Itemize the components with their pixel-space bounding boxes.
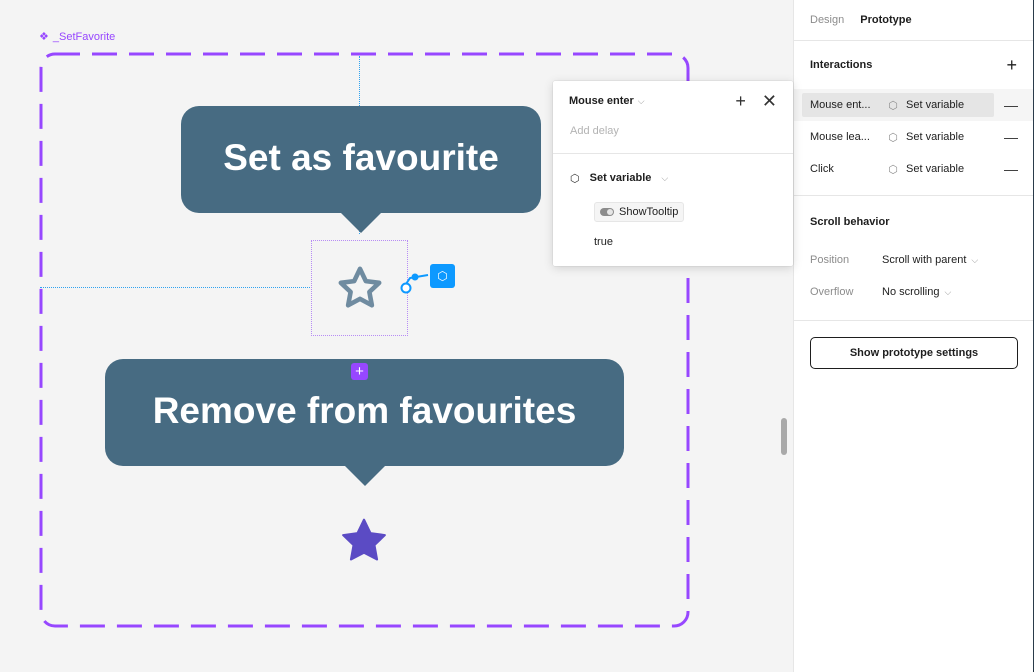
interaction-trigger: Mouse ent...	[810, 99, 871, 111]
show-prototype-settings-button[interactable]: Show prototype settings	[810, 337, 1018, 369]
remove-interaction-button[interactable]: —	[1004, 161, 1018, 177]
add-variant-button[interactable]: +	[351, 363, 368, 380]
hexagon-icon: ⬡	[888, 99, 898, 112]
guide-horizontal	[40, 287, 312, 288]
variable-chip[interactable]: ShowTooltip	[594, 202, 685, 222]
canvas-scrollbar[interactable]	[781, 418, 787, 455]
overflow-dropdown[interactable]: No scrolling ⌵	[882, 286, 951, 298]
position-dropdown[interactable]: Scroll with parent ⌵	[882, 254, 978, 266]
interaction-action: Set variable	[906, 131, 965, 143]
variable-action-node[interactable]: ⬡	[430, 264, 455, 288]
tooltip-set-text: Set as favourite	[223, 136, 499, 178]
chevron-down-icon: ⌵	[637, 95, 645, 106]
variable-name: ShowTooltip	[619, 206, 679, 218]
interaction-row[interactable]: Mouse lea... ⬡ Set variable —	[794, 121, 1033, 153]
section-title: Scroll behavior	[810, 215, 890, 228]
hexagon-icon: ⬡	[437, 269, 448, 283]
variable-value[interactable]: true	[553, 222, 793, 248]
hexagon-icon: ⬡	[888, 163, 898, 176]
interaction-action: Set variable	[906, 99, 965, 111]
prototype-connector[interactable]	[398, 262, 432, 294]
action-label: Set variable	[589, 172, 652, 184]
chevron-down-icon: ⌵	[971, 254, 979, 265]
interactions-section: Interactions + Mouse ent... ⬡ Set variab…	[794, 41, 1033, 196]
star-filled-icon[interactable]	[338, 515, 390, 567]
hexagon-icon: ⬡	[570, 172, 580, 185]
tab-prototype[interactable]: Prototype	[860, 14, 911, 26]
chevron-down-icon: ⌵	[661, 172, 669, 183]
tooltip-set-favourite[interactable]: Set as favourite	[181, 106, 541, 233]
remove-interaction-button[interactable]: —	[1004, 97, 1018, 113]
trigger-dropdown[interactable]: Mouse enter ⌵	[569, 95, 645, 107]
interaction-row[interactable]: Mouse ent... ⬡ Set variable —	[794, 89, 1033, 121]
interaction-row[interactable]: Click ⬡ Set variable —	[794, 153, 1033, 185]
tooltip-remove-text: Remove from favourites	[152, 389, 577, 431]
boolean-variable-icon	[600, 208, 614, 216]
chevron-down-icon: ⌵	[944, 286, 952, 297]
position-label: Position	[810, 254, 850, 266]
close-icon[interactable]: ✕	[762, 92, 777, 110]
interaction-trigger: Mouse lea...	[810, 131, 870, 143]
tab-design[interactable]: Design	[810, 14, 844, 26]
interaction-action: Set variable	[906, 163, 965, 175]
star-outline-selection[interactable]	[311, 240, 408, 336]
scroll-behavior-section: Scroll behavior Position Scroll with par…	[794, 196, 1033, 321]
panel-tabs: Design Prototype	[794, 0, 1033, 41]
add-action-button[interactable]: +	[735, 92, 746, 110]
trigger-label: Mouse enter	[569, 95, 634, 107]
section-title: Interactions	[810, 59, 873, 71]
position-value: Scroll with parent	[882, 254, 967, 266]
hexagon-icon: ⬡	[888, 131, 898, 144]
interaction-popover: Mouse enter ⌵ + ✕ Add delay ⬡ Set variab…	[553, 81, 793, 266]
interaction-trigger: Click	[810, 163, 834, 175]
star-outline-icon	[338, 266, 381, 308]
properties-panel: Design Prototype Interactions + Mouse en…	[793, 0, 1033, 672]
add-delay-field[interactable]: Add delay	[553, 121, 793, 153]
overflow-value: No scrolling	[882, 286, 940, 298]
overflow-label: Overflow	[810, 286, 854, 298]
remove-interaction-button[interactable]: —	[1004, 129, 1018, 145]
action-dropdown[interactable]: ⬡ Set variable ⌵	[553, 154, 793, 202]
add-interaction-button[interactable]: +	[1006, 55, 1017, 76]
